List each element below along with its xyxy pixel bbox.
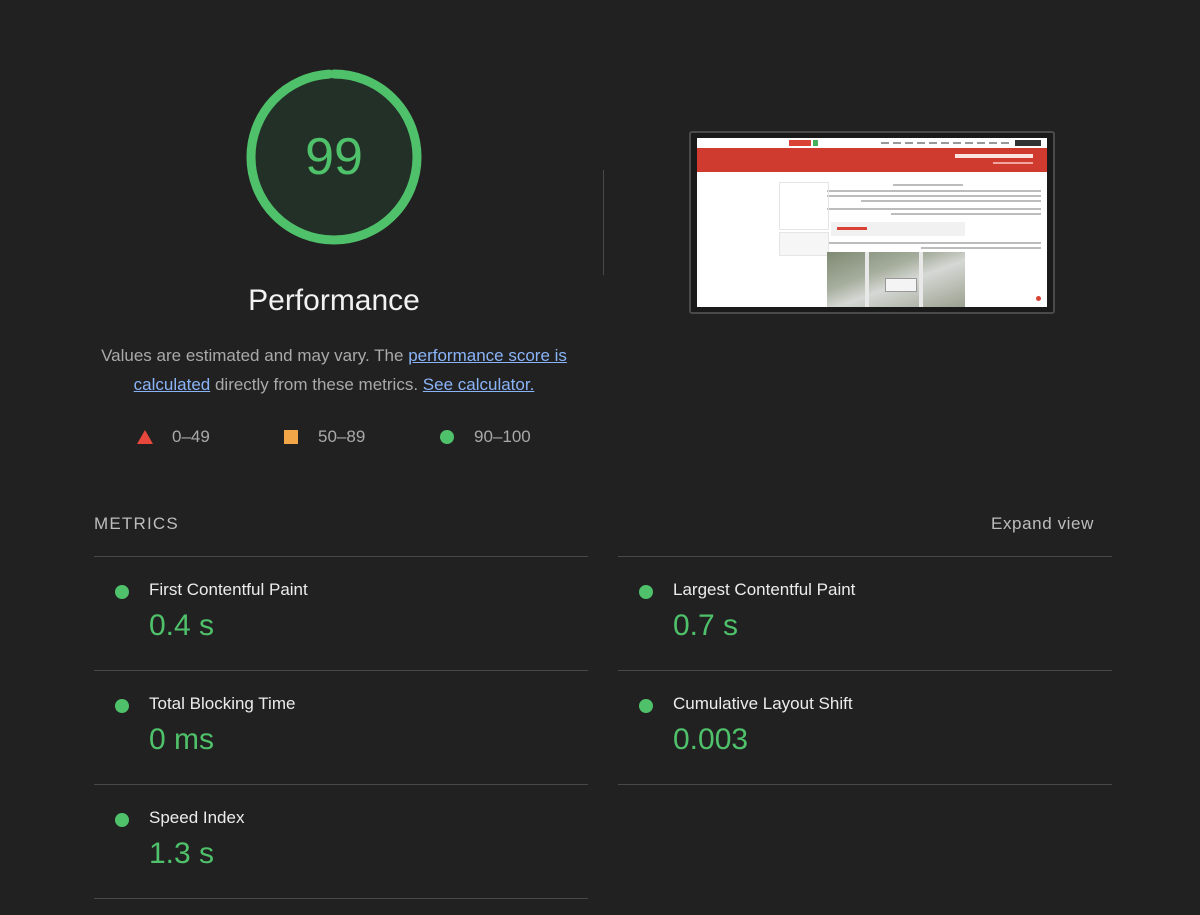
square-icon (284, 430, 298, 444)
pass-circle-icon (115, 699, 129, 713)
see-calculator-link[interactable]: See calculator. (423, 375, 535, 394)
thumb-text-line (827, 242, 1041, 244)
metric-speed-index: Speed Index 1.3 s (94, 785, 588, 898)
thumb-green-button (813, 140, 818, 146)
description-text: Values are estimated and may vary. The (101, 346, 409, 365)
triangle-icon (137, 430, 153, 444)
thumb-window-lock (885, 278, 917, 292)
thumb-banner-title (955, 154, 1033, 158)
thumb-text-line (893, 184, 963, 186)
metric-divider (618, 784, 1112, 785)
thumb-text-line (921, 247, 1041, 249)
metric-value: 0.003 (673, 723, 749, 756)
thumb-content-box (831, 222, 965, 236)
metric-first-contentful-paint: First Contentful Paint 0.4 s (94, 557, 588, 670)
metric-cumulative-layout-shift: Cumulative Layout Shift 0.003 (618, 671, 1112, 784)
metric-label: Cumulative Layout Shift (673, 694, 853, 713)
thumb-red-button (789, 140, 811, 146)
metric-value: 0.7 s (673, 609, 739, 642)
description-text-2: directly from these metrics. (210, 375, 423, 394)
pass-circle-icon (115, 585, 129, 599)
legend-average-range: 50–89 (318, 427, 366, 446)
pass-circle-icon (115, 813, 129, 827)
metrics-header: METRICS (94, 514, 179, 533)
thumb-sidebar-box (779, 232, 829, 256)
legend-fail-range: 0–49 (172, 427, 210, 446)
metric-label: Total Blocking Time (149, 694, 296, 713)
thumb-text-line (827, 208, 1041, 210)
thumb-window-frame (919, 252, 923, 307)
thumb-banner-subtitle (993, 162, 1033, 164)
lighthouse-report: 99 Performance Values are estimated and … (0, 0, 1200, 915)
expand-view-button[interactable]: Expand view (991, 514, 1094, 534)
metric-label: First Contentful Paint (149, 580, 308, 599)
performance-score-value: 99 (305, 128, 363, 186)
score-legend: 0–49 50–89 90–100 (0, 425, 700, 449)
pass-circle-icon (639, 699, 653, 713)
thumb-nav-links (881, 142, 1011, 144)
metric-largest-contentful-paint: Largest Contentful Paint 0.7 s (618, 557, 1112, 670)
performance-title: Performance (248, 284, 420, 317)
metric-label: Speed Index (149, 808, 245, 827)
metric-label: Largest Contentful Paint (673, 580, 856, 599)
thumb-sidebar (779, 182, 829, 230)
legend-pass-range: 90–100 (474, 427, 531, 446)
performance-score-gauge: 99 (245, 68, 423, 246)
thumb-logo (1015, 140, 1041, 146)
score-description: Values are estimated and may vary. The p… (84, 341, 584, 399)
thumb-text-line (827, 190, 1041, 192)
thumb-banner (697, 148, 1047, 172)
metric-value: 0 ms (149, 723, 215, 756)
thumb-phone-number (837, 227, 867, 230)
vertical-divider (603, 170, 604, 275)
screenshot-image (697, 138, 1047, 307)
thumb-window-frame (865, 252, 869, 307)
metric-value: 1.3 s (149, 837, 215, 870)
thumb-text-line (827, 195, 1041, 197)
final-screenshot-thumbnail[interactable] (689, 131, 1055, 314)
metric-divider (94, 898, 588, 899)
metric-total-blocking-time: Total Blocking Time 0 ms (94, 671, 588, 784)
thumb-text-line (861, 200, 1041, 202)
thumb-text-line (891, 213, 1041, 215)
thumb-photo (827, 252, 965, 307)
metric-value: 0.4 s (149, 609, 215, 642)
thumb-chat-icon (1036, 296, 1041, 301)
pass-circle-icon (639, 585, 653, 599)
circle-icon (440, 430, 454, 444)
